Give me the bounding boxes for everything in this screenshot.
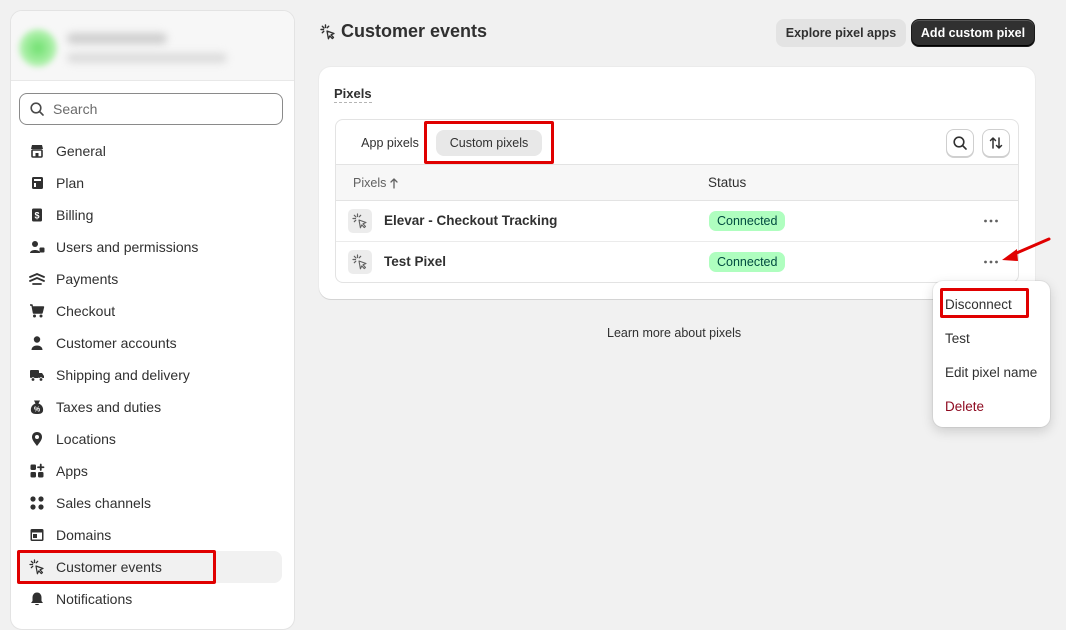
sidebar-item-label: Customer accounts: [56, 335, 177, 351]
store-avatar: [19, 29, 57, 67]
more-actions-button[interactable]: [982, 213, 1000, 229]
column-header-status: Status: [708, 175, 747, 190]
arrow-up-icon: [390, 178, 398, 189]
search-field[interactable]: [19, 93, 283, 125]
sidebar-item-locations[interactable]: Locations: [17, 423, 282, 455]
person-icon: [31, 336, 43, 350]
column-header-label: Pixels: [353, 176, 387, 190]
billing-icon: $: [32, 208, 42, 222]
cursor-click-icon: [352, 254, 367, 270]
sidebar-item-checkout[interactable]: Checkout: [17, 295, 282, 327]
sidebar-item-label: Users and permissions: [56, 239, 199, 255]
svg-text:$: $: [34, 211, 39, 221]
store-url-blurred: [67, 53, 227, 63]
table-row[interactable]: Test Pixel Connected: [336, 242, 1018, 282]
svg-text:%: %: [34, 407, 41, 414]
table-header: Pixels Status: [336, 165, 1018, 201]
sidebar-item-label: Billing: [56, 207, 94, 223]
explore-pixel-apps-button[interactable]: Explore pixel apps: [776, 19, 906, 47]
store-name-blurred: [67, 33, 167, 44]
status-badge: Connected: [709, 211, 786, 231]
sidebar-item-label: Customer events: [56, 559, 162, 575]
pixel-thumbnail: [348, 209, 372, 233]
settings-sidebar: General Plan $ Billing Users and permis: [10, 10, 295, 630]
search-filter-button[interactable]: [946, 129, 974, 157]
search-icon: [30, 102, 44, 116]
tab-custom-pixels[interactable]: Custom pixels: [436, 130, 542, 156]
learn-more-link[interactable]: Learn more about pixels: [607, 326, 741, 340]
apps-icon: [30, 463, 45, 478]
cursor-click-icon: [352, 213, 367, 229]
tax-icon: %: [30, 400, 44, 414]
menu-item-test[interactable]: Test: [945, 331, 970, 346]
pixel-thumbnail: [348, 250, 372, 274]
sort-button[interactable]: [982, 129, 1010, 157]
tab-app-pixels[interactable]: App pixels: [352, 130, 428, 156]
bell-icon: [31, 592, 43, 606]
cursor-click-icon: [29, 559, 44, 575]
column-header-pixels[interactable]: Pixels: [353, 176, 399, 190]
sidebar-item-label: Shipping and delivery: [56, 367, 190, 383]
sidebar-item-label: General: [56, 143, 106, 159]
more-horizontal-icon: [984, 219, 998, 223]
location-pin-icon: [32, 432, 42, 446]
menu-item-edit-pixel-name[interactable]: Edit pixel name: [945, 365, 1037, 380]
card-title: Pixels: [334, 86, 372, 103]
sidebar-item-plan[interactable]: Plan: [17, 167, 282, 199]
sidebar-item-taxes[interactable]: % Taxes and duties: [17, 391, 282, 423]
sidebar-item-customer-events[interactable]: Customer events: [17, 551, 282, 583]
page-header: Customer events Explore pixel apps Add c…: [320, 18, 1036, 48]
sidebar-item-domains[interactable]: Domains: [17, 519, 282, 551]
sidebar-item-sales-channels[interactable]: Sales channels: [17, 487, 282, 519]
tabs-row: App pixels Custom pixels: [336, 120, 1018, 165]
payments-icon: [29, 273, 45, 285]
page-title-text: Customer events: [341, 21, 488, 41]
users-icon: [30, 241, 45, 253]
store-header[interactable]: [11, 11, 294, 81]
settings-nav: General Plan $ Billing Users and permiss…: [11, 135, 294, 615]
sales-channels-icon: [30, 496, 44, 510]
pixels-table: App pixels Custom pixels Pixels Status E…: [335, 119, 1019, 283]
plan-icon: [32, 177, 43, 189]
search-icon: [953, 136, 967, 150]
add-custom-pixel-button[interactable]: Add custom pixel: [911, 19, 1035, 47]
sidebar-item-label: Locations: [56, 431, 116, 447]
sidebar-item-users[interactable]: Users and permissions: [17, 231, 282, 263]
truck-icon: [30, 370, 44, 382]
sidebar-item-label: Payments: [56, 271, 119, 287]
sidebar-item-label: Domains: [56, 527, 112, 543]
pixel-name: Elevar - Checkout Tracking: [384, 213, 558, 228]
search-input[interactable]: [51, 100, 271, 118]
pixel-name: Test Pixel: [384, 254, 447, 269]
sidebar-item-label: Apps: [56, 463, 88, 479]
pixel-actions-menu: Disconnect Test Edit pixel name Delete: [933, 281, 1050, 427]
sort-arrows-icon: [989, 137, 1003, 149]
sidebar-item-general[interactable]: General: [17, 135, 282, 167]
sidebar-item-label: Notifications: [56, 591, 133, 607]
cursor-click-icon: [320, 23, 335, 39]
sidebar-item-label: Taxes and duties: [56, 399, 162, 415]
sidebar-item-payments[interactable]: Payments: [17, 263, 282, 295]
cart-icon: [30, 304, 45, 318]
more-horizontal-icon: [984, 260, 998, 264]
domains-icon: [30, 529, 44, 541]
sidebar-item-customer-accounts[interactable]: Customer accounts: [17, 327, 282, 359]
store-icon: [31, 145, 43, 158]
sidebar-item-apps[interactable]: Apps: [17, 455, 282, 487]
sidebar-item-label: Sales channels: [56, 495, 151, 511]
menu-item-delete[interactable]: Delete: [945, 399, 984, 414]
sidebar-item-shipping[interactable]: Shipping and delivery: [17, 359, 282, 391]
table-row[interactable]: Elevar - Checkout Tracking Connected: [336, 201, 1018, 242]
sidebar-item-label: Checkout: [56, 303, 116, 319]
page-title: Customer events: [320, 21, 487, 42]
status-badge: Connected: [709, 252, 786, 272]
sidebar-item-label: Plan: [56, 175, 85, 191]
menu-item-disconnect[interactable]: Disconnect: [945, 297, 1012, 312]
sidebar-item-notifications[interactable]: Notifications: [17, 583, 282, 615]
annotation-arrow-icon: [1002, 237, 1051, 261]
pixels-card: Pixels App pixels Custom pixels Pixels S…: [319, 67, 1035, 299]
sidebar-item-billing[interactable]: $ Billing: [17, 199, 282, 231]
